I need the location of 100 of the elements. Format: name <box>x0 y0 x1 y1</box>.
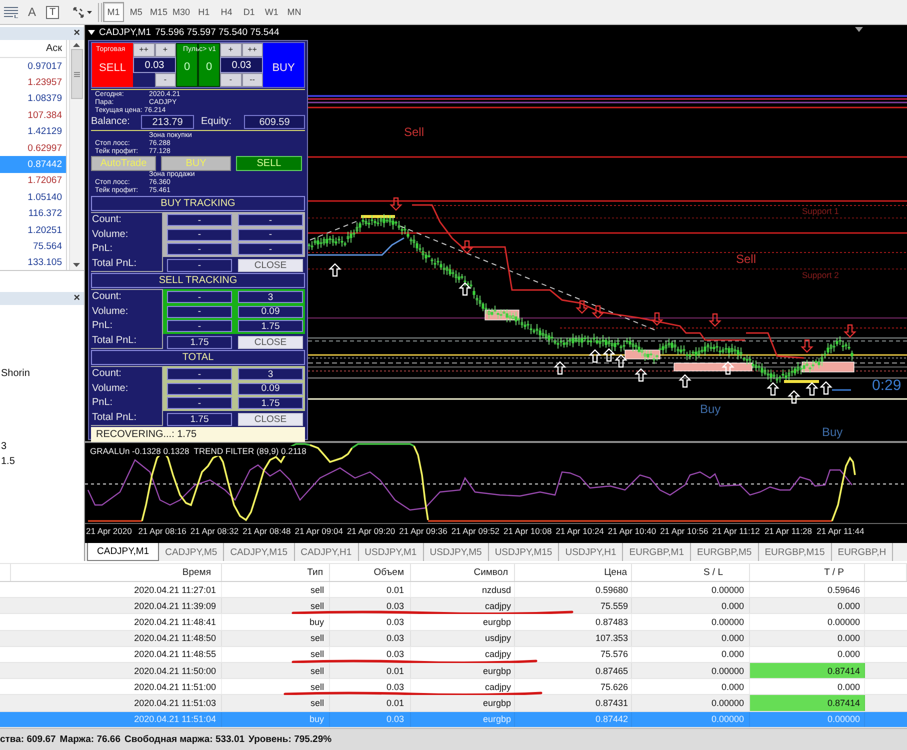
quote-row[interactable]: 107.384 <box>0 107 66 124</box>
time-axis-label: 21 Apr 11:12 <box>712 525 761 538</box>
up-arrow-icon <box>820 381 832 395</box>
table-cell: 0.01 <box>330 582 411 598</box>
scrollbar[interactable] <box>69 40 83 270</box>
lot-step-button[interactable]: + <box>220 43 242 57</box>
table-row[interactable]: 2020.04.21 11:48:55 sell 0.03 cadjpy 75.576 0.000 0.000 <box>0 646 907 663</box>
column-header[interactable]: Время <box>11 564 222 581</box>
table-cell: 0.87483 <box>515 614 632 630</box>
table-cell: 0.59646 <box>750 582 865 598</box>
lot-step-button[interactable]: ++ <box>242 43 263 57</box>
timeframe-button[interactable]: W1 <box>261 2 282 22</box>
timeframe-button[interactable]: MN <box>284 2 305 22</box>
lot-step-button[interactable]: ++ <box>133 43 154 57</box>
column-header[interactable]: Объем <box>330 564 411 581</box>
grip-icon <box>74 72 80 76</box>
up-arrow-icon <box>634 368 648 382</box>
action-button[interactable]: SELL <box>236 156 302 171</box>
lot-field[interactable]: 0.03 <box>133 57 176 73</box>
navigator-item[interactable]: Shorin <box>1 367 30 380</box>
buy-button[interactable]: BUY <box>263 43 304 87</box>
table-row[interactable]: 2020.04.21 11:50:00 sell 0.01 eurgbp 0.87465 0.00000 0.87414 <box>0 662 907 680</box>
close-button[interactable]: CLOSE <box>238 259 303 272</box>
quote-row[interactable]: 0.62997 <box>0 140 66 156</box>
quote-row[interactable]: 1.42129 <box>0 124 66 140</box>
table-cell: sell <box>222 679 330 694</box>
text-tool-button[interactable]: A <box>26 2 38 22</box>
table-cell: 0.000 <box>750 646 865 662</box>
timeframe-button[interactable]: M1 <box>103 2 124 22</box>
lot-step-button[interactable]: - <box>154 73 176 87</box>
value-cell: 3 <box>238 368 303 380</box>
quote-row[interactable]: 1.20251 <box>0 222 66 238</box>
column-header[interactable]: S / L <box>632 564 750 581</box>
lot-step-button[interactable]: - <box>220 73 242 87</box>
lot-step-button[interactable]: -- <box>242 73 263 87</box>
timeframe-button[interactable]: H4 <box>216 2 237 22</box>
table-cell: sell <box>222 646 330 662</box>
table-cell: cadjpy <box>411 646 515 662</box>
value-cell: - <box>238 214 303 226</box>
quote-row[interactable]: 1.72067 <box>0 172 66 190</box>
column-header[interactable]: Цена <box>515 564 632 581</box>
table-cell: sell <box>222 598 330 614</box>
navigator-item[interactable]: 1.5 <box>1 455 15 468</box>
value-cell: - <box>167 382 232 394</box>
table-cell: buy <box>222 614 330 630</box>
time-axis-label: 21 Apr 10:56 <box>660 525 710 538</box>
quote-row[interactable]: 1.08379 <box>0 90 66 108</box>
value-cell: - <box>167 306 232 318</box>
table-row[interactable]: 2020.04.21 11:51:03 sell 0.01 eurgbp 0.87431 0.00000 0.87414 <box>0 695 907 712</box>
table-row[interactable]: 2020.04.21 11:27:01 sell 0.01 nzdusd 0.59680 0.00000 0.59646 <box>0 582 907 598</box>
navigator-item[interactable]: 3 <box>1 440 7 453</box>
chart-tab[interactable]: CADJPY,M1 <box>87 543 160 561</box>
value-cell: - <box>238 228 303 240</box>
row-label: Count: <box>91 291 122 304</box>
table-row[interactable]: 2020.04.21 11:39:09 sell 0.03 cadjpy 75.559 0.000 0.000 <box>0 598 907 614</box>
quote-row[interactable]: 116.372 <box>0 206 66 222</box>
table-cell: 0.03 <box>330 712 411 727</box>
table-cell: 0.03 <box>330 679 411 694</box>
close-button[interactable]: × <box>74 28 80 39</box>
row-label: PnL: <box>91 320 114 332</box>
lot-step-button[interactable]: + <box>154 43 176 57</box>
table-cell: 0.87431 <box>515 695 632 710</box>
quote-row[interactable]: 75.564 <box>0 238 66 255</box>
chart-quote: 75.596 75.597 75.540 75.544 <box>155 27 280 38</box>
table-cell: 0.87414 <box>750 695 865 710</box>
table-cell: 0.00000 <box>632 614 750 630</box>
table-row[interactable]: 2020.04.21 11:51:00 sell 0.03 cadjpy 75.626 0.000 0.000 <box>0 679 907 696</box>
table-cell: 0.03 <box>330 614 411 630</box>
status-text: Маржа: 76.66 <box>60 734 120 745</box>
table-row[interactable]: 2020.04.21 11:48:50 sell 0.03 usdjpy 107.353 0.000 0.000 <box>0 630 907 647</box>
quote-row[interactable]: 1.23957 <box>0 74 66 91</box>
label-tool-button[interactable]: T <box>46 6 60 18</box>
column-header[interactable]: Символ <box>411 564 515 581</box>
timeframe-button[interactable]: M5 <box>126 2 147 22</box>
table-row[interactable]: 2020.04.21 11:48:41 buy 0.03 eurgbp 0.87483 0.00000 0.00000 <box>0 614 907 631</box>
column-header[interactable]: T / P <box>750 564 865 581</box>
time-axis-label: 21 Apr 09:04 <box>294 525 344 538</box>
row-label: Volume: <box>91 306 130 318</box>
quote-row[interactable]: 1.05140 <box>0 189 66 206</box>
close-button[interactable]: CLOSE <box>238 413 303 426</box>
row-label: Total PnL: <box>91 334 138 347</box>
table-cell: 0.000 <box>750 679 865 694</box>
timeframe-button[interactable]: M15 <box>148 2 170 22</box>
close-button[interactable]: CLOSE <box>238 336 303 349</box>
column-header[interactable]: Тип <box>222 564 330 581</box>
quote-row[interactable]: 0.97017 <box>0 58 66 74</box>
scroll-thumb[interactable] <box>70 49 82 99</box>
timeframe-button[interactable]: H1 <box>193 2 214 22</box>
quote-row[interactable]: 133.105 <box>0 254 66 272</box>
table-cell: 0.000 <box>632 630 750 646</box>
lot-field[interactable]: 0.03 <box>220 57 263 73</box>
close-button[interactable]: × <box>74 293 80 304</box>
arrows-icon <box>73 6 84 18</box>
table-cell: 2020.04.21 11:27:01 <box>11 582 222 598</box>
timeframe-button[interactable]: M30 <box>170 2 192 22</box>
value-cell: 0.09 <box>238 382 303 394</box>
zone-bar <box>784 380 819 383</box>
price-marker-line <box>832 389 851 391</box>
timeframe-button[interactable]: D1 <box>238 2 260 22</box>
scroll-up-icon <box>73 43 80 47</box>
